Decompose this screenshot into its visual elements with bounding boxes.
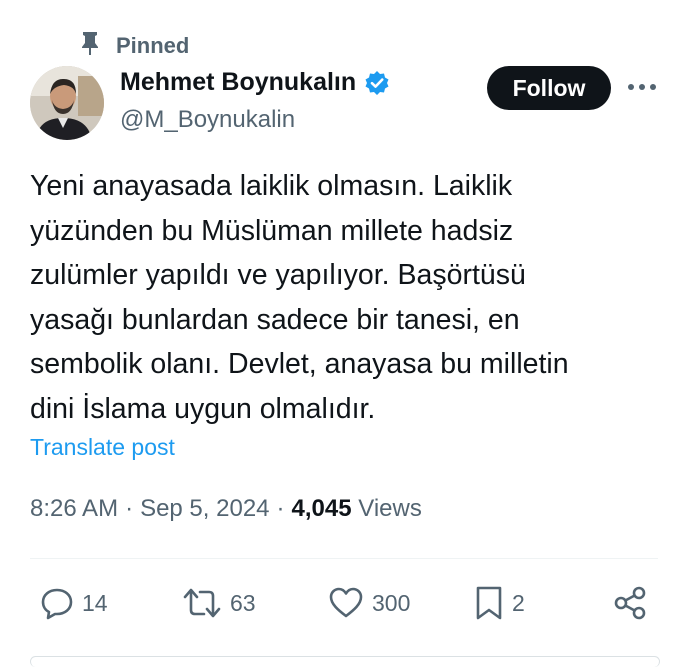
like-count: 300 bbox=[372, 589, 411, 616]
tweet-line: yüzünden bu Müslüman millete hadsiz bbox=[30, 214, 514, 247]
more-icon[interactable] bbox=[626, 72, 658, 102]
pinned-label: Pinned bbox=[116, 33, 190, 58]
meta-separator: · bbox=[125, 495, 134, 522]
like-icon bbox=[328, 586, 364, 620]
bookmark-icon bbox=[474, 585, 504, 621]
tweet-text: Yeni anayasada laiklik olmasın. Laiklik … bbox=[30, 164, 658, 431]
reply-count: 14 bbox=[82, 589, 108, 616]
views-label: Views bbox=[358, 495, 422, 522]
repost-icon bbox=[182, 586, 222, 620]
tweet-time[interactable]: 8:26 AM bbox=[30, 495, 118, 523]
action-bar: 14 63 300 2 bbox=[0, 580, 690, 626]
author-handle[interactable]: @M_Boynukalin bbox=[120, 106, 295, 134]
reply-button[interactable]: 14 bbox=[40, 580, 108, 626]
divider bbox=[30, 558, 658, 559]
bookmark-count: 2 bbox=[512, 589, 525, 616]
repost-count: 63 bbox=[230, 589, 256, 616]
follow-button[interactable]: Follow bbox=[487, 66, 611, 110]
tweet-line: Yeni anayasada laiklik olmasın. Laiklik bbox=[30, 170, 513, 202]
meta-separator: · bbox=[276, 495, 285, 522]
repost-button[interactable]: 63 bbox=[182, 580, 256, 626]
pinned-indicator: Pinned bbox=[78, 30, 189, 62]
views-count: 4,045 bbox=[291, 495, 352, 522]
pin-icon bbox=[78, 30, 102, 62]
tweet-meta: 8:26 AM · Sep 5, 2024 · 4,045 Views bbox=[30, 495, 422, 523]
avatar[interactable] bbox=[30, 66, 104, 140]
author-row: Mehmet Boynukalın bbox=[120, 68, 390, 97]
reply-composer-edge bbox=[30, 656, 660, 667]
translate-post-link[interactable]: Translate post bbox=[30, 434, 175, 461]
tweet-line: yasağı bunlardan sadece bir tanesi, en bbox=[30, 303, 520, 336]
like-button[interactable]: 300 bbox=[328, 580, 410, 626]
author-name[interactable]: Mehmet Boynukalın bbox=[120, 68, 356, 97]
tweet-line: dini İslama uygun olmalıdır. bbox=[30, 392, 376, 425]
share-button[interactable] bbox=[612, 580, 648, 626]
reply-icon bbox=[40, 586, 74, 620]
share-icon bbox=[612, 585, 648, 621]
bookmark-button[interactable]: 2 bbox=[474, 580, 525, 626]
verified-badge-icon[interactable] bbox=[364, 70, 390, 96]
tweet-date[interactable]: Sep 5, 2024 bbox=[140, 495, 269, 523]
tweet-line: sembolik olanı. Devlet, anayasa bu mille… bbox=[30, 348, 569, 380]
tweet-line: zulümler yapıldı ve yapılıyor. Başörtüsü bbox=[30, 259, 526, 291]
